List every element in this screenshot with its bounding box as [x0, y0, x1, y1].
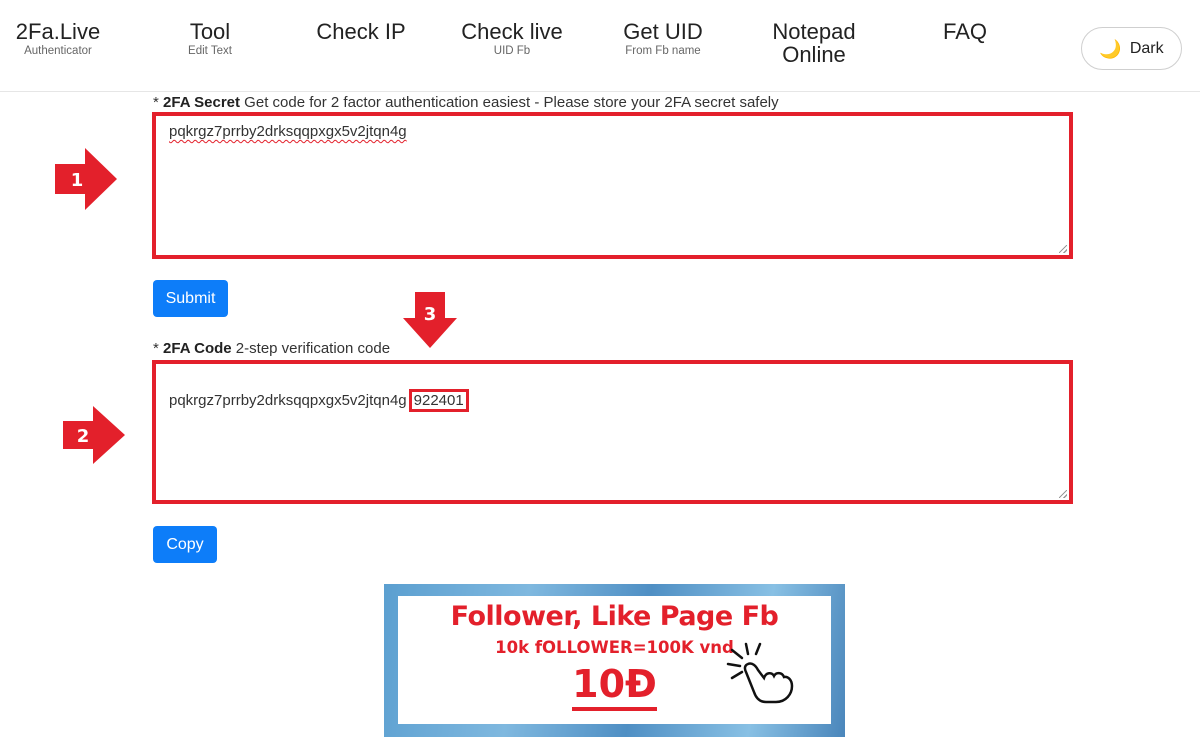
required-marker: * [153, 94, 164, 111]
pointing-hand-icon [726, 642, 794, 704]
copy-label: Copy [166, 535, 204, 553]
nav-item-tool[interactable]: Tool Edit Text [160, 20, 260, 58]
ad-title: Follower, Like Page Fb [450, 601, 779, 632]
code-label: * 2FA Code 2-step verification code [153, 340, 390, 357]
nav-label: Check live [461, 19, 563, 44]
secret-label: * 2FA Secret Get code for 2 factor authe… [153, 94, 779, 111]
resize-grip-icon[interactable] [1059, 490, 1067, 498]
nav-label: Get UID [623, 19, 703, 44]
secret-title: 2FA Secret [163, 94, 241, 111]
nav-label: FAQ [942, 19, 987, 44]
secret-text: pqkrgz7prrby2drksqqpxgx5v2jtqn4g [169, 123, 407, 140]
arrow-number: 3 [424, 304, 437, 325]
nav-item-2fa-live[interactable]: 2Fa.Live Authenticator [8, 20, 108, 58]
arrow-down-icon: 3 [403, 292, 457, 348]
required-marker: * [153, 340, 164, 357]
submit-button[interactable]: Submit [153, 280, 228, 317]
arrow-right-icon: 1 [55, 148, 117, 210]
arrow-right-icon: 2 [63, 406, 125, 464]
nav-label-line2: Online [782, 42, 846, 67]
banana-icon: 🌙 [1099, 38, 1122, 59]
arrow-number: 1 [71, 170, 84, 191]
dark-mode-button[interactable]: 🌙 Dark [1081, 27, 1182, 70]
resize-grip-icon[interactable] [1059, 245, 1067, 253]
nav-label: Notepad [772, 19, 856, 44]
nav-label: Tool [189, 19, 231, 44]
code-textarea[interactable]: pqkrgz7prrby2drksqqpxgx5v2jtqn4g 922401 [152, 360, 1073, 504]
nav-item-notepad-online[interactable]: Notepad Online [759, 20, 869, 66]
nav-label: Check IP [316, 19, 406, 44]
ad-price-text: 10Đ [572, 662, 657, 711]
copy-button[interactable]: Copy [153, 526, 217, 563]
nav-item-check-live[interactable]: Check live UID Fb [452, 20, 572, 58]
code-title: 2FA Code [163, 340, 232, 357]
nav-sublabel: UID Fb [493, 45, 531, 57]
nav-item-check-ip[interactable]: Check IP [306, 20, 416, 43]
secret-textarea[interactable]: pqkrgz7prrby2drksqqpxgx5v2jtqn4g [152, 112, 1073, 259]
nav-sublabel: Edit Text [188, 45, 232, 57]
nav-item-faq[interactable]: FAQ [925, 20, 1005, 43]
dark-mode-label: Dark [1129, 39, 1164, 57]
ad-banner[interactable]: Follower, Like Page Fb 10k fOLLOWER=100K… [384, 584, 845, 737]
code-secret-text: pqkrgz7prrby2drksqqpxgx5v2jtqn4g [169, 392, 407, 409]
secret-value: pqkrgz7prrby2drksqqpxgx5v2jtqn4g [169, 123, 407, 140]
nav-sublabel: From Fb name [625, 45, 701, 57]
code-description: 2-step verification code [231, 340, 391, 357]
nav-label: 2Fa.Live [15, 19, 101, 44]
code-value: pqkrgz7prrby2drksqqpxgx5v2jtqn4g 922401 [169, 389, 469, 412]
secret-description: Get code for 2 factor authentication eas… [240, 94, 779, 111]
arrow-number: 2 [77, 426, 90, 447]
otp-code: 922401 [408, 389, 469, 412]
nav-item-get-uid[interactable]: Get UID From Fb name [608, 20, 718, 58]
top-navbar: 2Fa.Live Authenticator Tool Edit Text Ch… [0, 0, 1200, 92]
submit-label: Submit [165, 289, 216, 307]
nav-sublabel: Authenticator [24, 45, 92, 57]
